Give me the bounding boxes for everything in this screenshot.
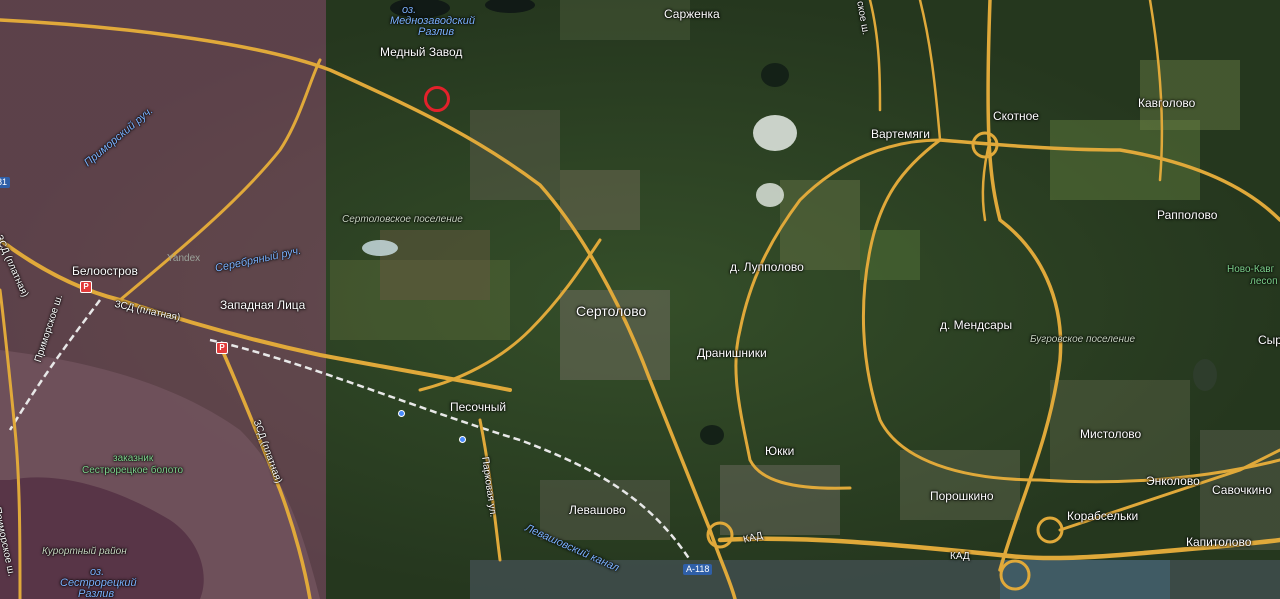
place-label[interactable]: Корабсельки [1067, 509, 1138, 523]
place-label[interactable]: Медный Завод [380, 45, 462, 59]
place-label[interactable]: Капитолово [1186, 535, 1251, 549]
area-label[interactable]: Сестрорецкое болото [82, 465, 183, 477]
place-label[interactable]: Энколово [1146, 474, 1200, 488]
place-label[interactable]: Сыр [1258, 333, 1280, 347]
water-label[interactable]: Разлив [78, 588, 114, 599]
road-label[interactable]: КАД [950, 550, 970, 563]
place-label[interactable]: лесоп [1250, 276, 1278, 288]
place-label[interactable]: Левашово [569, 503, 626, 517]
red-circle-marker-icon[interactable] [424, 86, 450, 112]
place-label[interactable]: Сертолово [576, 303, 646, 319]
railway-station-icon[interactable] [398, 410, 405, 417]
place-label[interactable]: Савочкино [1212, 483, 1272, 497]
place-label[interactable]: Вартемяги [871, 127, 930, 141]
area-label[interactable]: Сертоловское поселение [342, 213, 463, 226]
water-label[interactable]: Разлив [418, 26, 454, 39]
place-label[interactable]: Юкки [765, 444, 794, 458]
place-label[interactable]: Песочный [450, 400, 506, 414]
area-label[interactable]: заказник [113, 453, 153, 465]
place-label[interactable]: Мистолово [1080, 427, 1141, 441]
place-label[interactable]: д. Лупполово [730, 260, 804, 274]
road-number-badge[interactable]: А-118 [683, 564, 713, 575]
parking-icon[interactable]: P [216, 342, 228, 354]
place-label[interactable]: Западная Лица [220, 298, 305, 312]
railway-station-icon[interactable] [459, 436, 466, 443]
yandex-watermark: Yandex [167, 253, 201, 264]
place-label[interactable]: д. Мендсары [940, 318, 1012, 332]
area-label[interactable]: Бугровское поселение [1030, 333, 1135, 346]
place-label[interactable]: Кавголово [1138, 96, 1195, 110]
place-label[interactable]: Ново-Кавг [1227, 264, 1274, 276]
map-view[interactable]: P P Медный Завод Сарженка Вартемяги Скот… [0, 0, 1280, 599]
place-label[interactable]: Сарженка [664, 7, 720, 21]
place-label[interactable]: Рапполово [1157, 208, 1217, 222]
place-label[interactable]: Скотное [993, 109, 1039, 123]
place-label[interactable]: Дранишники [697, 346, 767, 360]
area-label[interactable]: Курортный район [42, 545, 127, 558]
road-number-badge[interactable]: 81 [0, 177, 11, 188]
parking-icon[interactable]: P [80, 281, 92, 293]
place-label[interactable]: Порошкино [930, 489, 994, 503]
place-label[interactable]: Белоостров [72, 264, 138, 278]
